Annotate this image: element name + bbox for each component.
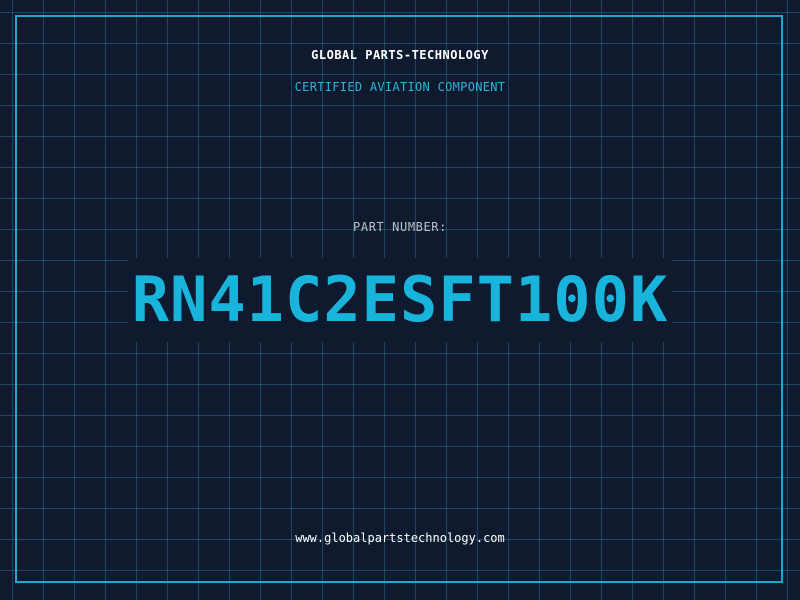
part-number-container: RN41C2ESFT100K [0, 258, 800, 342]
website-url: www.globalpartstechnology.com [295, 531, 505, 545]
certification-subtitle: CERTIFIED AVIATION COMPONENT [294, 80, 506, 94]
company-name: GLOBAL PARTS-TECHNOLOGY [311, 48, 489, 62]
part-number-label: PART NUMBER: [353, 220, 447, 234]
part-number-value: RN41C2ESFT100K [127, 258, 673, 342]
